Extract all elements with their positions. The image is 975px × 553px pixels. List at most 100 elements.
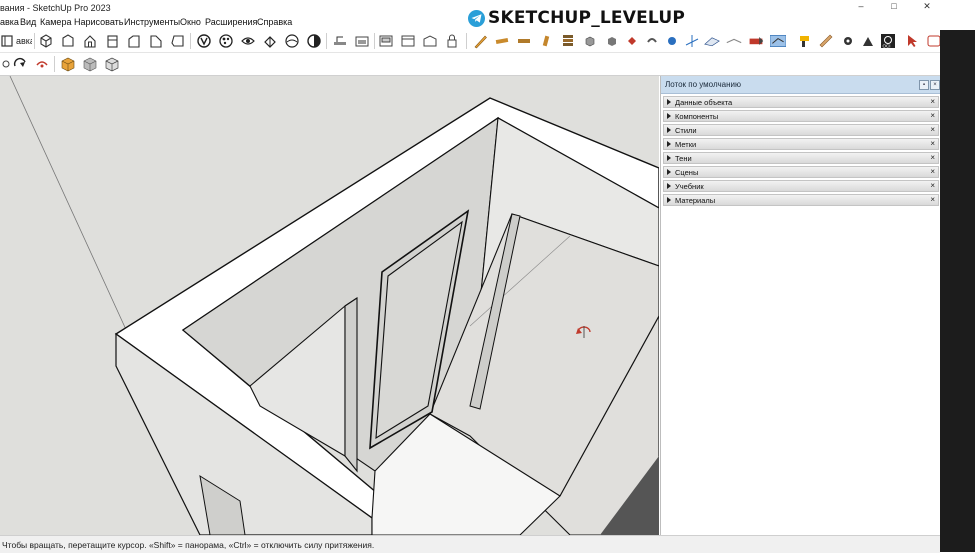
xray-style-icon[interactable] xyxy=(196,33,212,49)
tray-title: Лоток по умолчанию xyxy=(665,80,741,89)
right-view-icon[interactable] xyxy=(104,33,120,49)
hidden-line-style-icon[interactable] xyxy=(240,33,256,49)
profile-icon[interactable] xyxy=(860,33,876,49)
drill-icon[interactable] xyxy=(796,33,812,49)
stack-icon[interactable] xyxy=(560,33,576,49)
menu-view[interactable]: Вид xyxy=(20,17,36,27)
expand-arrow-icon xyxy=(667,141,671,147)
highlight-plugin-icon[interactable] xyxy=(748,33,764,49)
tray-panel-styles[interactable]: Стили × xyxy=(663,124,939,136)
left-view-icon[interactable] xyxy=(148,33,164,49)
tool-plugin-icon[interactable] xyxy=(726,33,742,49)
screen-edge-top xyxy=(940,0,975,30)
panel-close-icon[interactable]: × xyxy=(930,167,935,176)
toolbar-separator xyxy=(190,33,191,49)
section-plane-icon[interactable] xyxy=(332,33,348,49)
tray-panel-label: Учебник xyxy=(675,182,704,191)
shaded-style-icon[interactable] xyxy=(262,33,278,49)
modeling-viewport[interactable] xyxy=(0,76,659,535)
solid-box-icon[interactable] xyxy=(82,56,98,72)
orbit-icon[interactable] xyxy=(12,56,28,72)
ruler-icon[interactable] xyxy=(494,33,510,49)
tray-panel-components[interactable]: Компоненты × xyxy=(663,110,939,122)
cube-icon[interactable] xyxy=(582,33,598,49)
pan-icon[interactable] xyxy=(34,56,50,72)
menu-window[interactable]: Окно xyxy=(180,17,201,27)
warehouse-icon[interactable] xyxy=(400,33,416,49)
section-cut-icon[interactable] xyxy=(354,33,370,49)
tray-panel-shadows[interactable]: Тени × xyxy=(663,152,939,164)
default-tray: Лоток по умолчанию ▪ × Данные объекта × … xyxy=(660,76,941,535)
top-view-icon[interactable] xyxy=(60,33,76,49)
tray-header: Лоток по умолчанию ▪ × xyxy=(661,76,941,94)
status-text: Чтобы вращать, перетащите курсор. «Shift… xyxy=(2,540,375,550)
gear-icon[interactable] xyxy=(840,33,856,49)
bottom-view-icon[interactable] xyxy=(170,33,186,49)
partition-side xyxy=(344,296,358,473)
menu-help[interactable]: Справка xyxy=(257,17,292,27)
expand-arrow-icon xyxy=(667,127,671,133)
tray-pin-button[interactable]: ▪ xyxy=(919,80,929,90)
axes-icon[interactable] xyxy=(684,33,700,49)
wireframe-style-icon[interactable] xyxy=(218,33,234,49)
tray-panel-instructor[interactable]: Учебник × xyxy=(663,180,939,192)
plank-icon[interactable] xyxy=(818,33,834,49)
plugin-blue-icon[interactable] xyxy=(664,33,680,49)
expand-arrow-icon xyxy=(667,169,671,175)
toolbar-separator xyxy=(34,33,35,49)
oci-icon[interactable]: OCI xyxy=(880,33,896,49)
tray-panel-tags[interactable]: Метки × xyxy=(663,138,939,150)
close-button[interactable]: ✕ xyxy=(921,1,933,12)
extension-warehouse-icon[interactable] xyxy=(422,33,438,49)
panel-close-icon[interactable]: × xyxy=(930,139,935,148)
panel-close-icon[interactable]: × xyxy=(930,181,935,190)
plugin-gray-icon[interactable] xyxy=(604,33,620,49)
tray-panel-label: Метки xyxy=(675,140,697,149)
panel-close-icon[interactable]: × xyxy=(930,153,935,162)
box-component-icon[interactable] xyxy=(60,56,76,72)
outline-box-icon[interactable] xyxy=(104,56,120,72)
section-fill-icon[interactable] xyxy=(378,33,394,49)
plugin-red-icon[interactable] xyxy=(624,33,640,49)
panel-close-icon[interactable]: × xyxy=(930,97,935,106)
menu-camera[interactable]: Камера xyxy=(40,17,71,27)
window-title: вания - SketchUp Pro 2023 xyxy=(0,3,111,13)
menu-draw[interactable]: Нарисовать xyxy=(74,17,123,27)
panel-close-icon[interactable]: × xyxy=(930,195,935,204)
panel-close-icon[interactable]: × xyxy=(930,125,935,134)
telegram-icon xyxy=(468,9,485,27)
pencil-icon[interactable] xyxy=(472,33,488,49)
tray-panel-label: Компоненты xyxy=(675,112,719,121)
monochrome-style-icon[interactable] xyxy=(306,33,322,49)
tray-panel-entity-info[interactable]: Данные объекта × xyxy=(663,96,939,108)
menu-extensions[interactable]: Расширения xyxy=(205,17,257,27)
lock-icon[interactable] xyxy=(444,33,460,49)
tray-panel-materials[interactable]: Материалы × xyxy=(663,194,939,206)
minimize-button[interactable]: – xyxy=(855,1,867,11)
expand-arrow-icon xyxy=(667,155,671,161)
watermark: SKETCHUP_LEVELUP xyxy=(468,5,685,31)
select-arrow-icon[interactable] xyxy=(904,33,920,49)
tray-panel-scenes[interactable]: Сцены × xyxy=(663,166,939,178)
toolbar-separator xyxy=(374,33,375,49)
plugin-dark-icon[interactable] xyxy=(644,33,660,49)
menu-edit[interactable]: авка xyxy=(0,17,19,27)
front-view-icon[interactable] xyxy=(82,33,98,49)
iso-view-icon[interactable] xyxy=(38,33,54,49)
maximize-button[interactable]: □ xyxy=(888,1,900,11)
panel-close-icon[interactable]: × xyxy=(930,111,935,120)
back-view-icon[interactable] xyxy=(126,33,142,49)
tray-close-button[interactable]: × xyxy=(930,80,940,90)
menu-tools[interactable]: Инструменты xyxy=(124,17,180,27)
tape-icon[interactable] xyxy=(516,33,532,49)
expand-arrow-icon xyxy=(667,183,671,189)
marker-icon[interactable] xyxy=(538,33,554,49)
main-toolbar: авка OCI xyxy=(0,30,941,53)
views-icon[interactable] xyxy=(0,33,16,49)
textured-style-icon[interactable] xyxy=(284,33,300,49)
toolbar-separator xyxy=(326,33,327,49)
svg-text:OCI: OCI xyxy=(883,44,891,49)
stairs-icon[interactable] xyxy=(704,33,720,49)
tray-panel-label: Стили xyxy=(675,126,697,135)
selected-plugin-icon[interactable] xyxy=(770,33,786,49)
